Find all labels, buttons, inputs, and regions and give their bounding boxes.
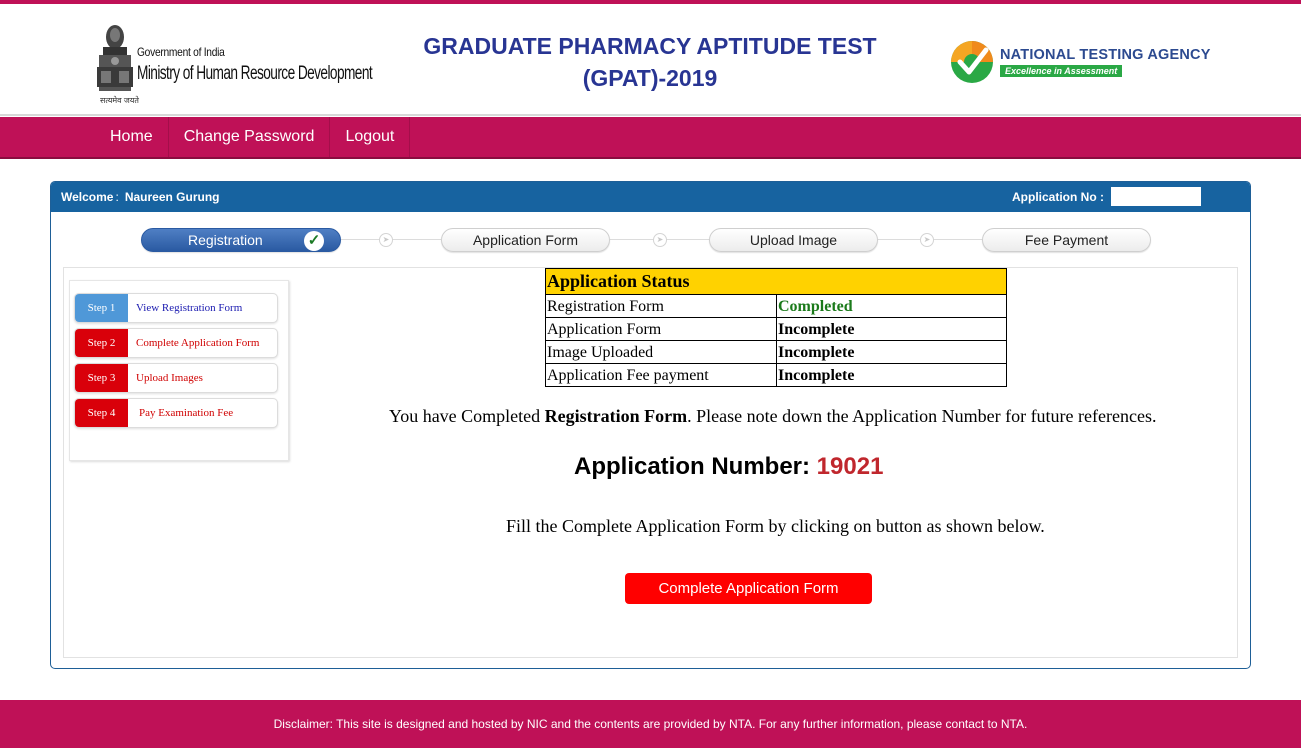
status-table-header-row: Application Status	[545, 268, 1007, 295]
step-tag: Step 1	[75, 294, 128, 322]
fill-form-instruction: Fill the Complete Application Form by cl…	[506, 516, 1045, 536]
status-label: Application Form	[545, 317, 777, 341]
welcome-text: Welcome: Naureen Gurung	[61, 190, 220, 204]
motto-text: सत्यमेव जयते	[100, 96, 139, 105]
application-no-label-wrap: Application No :	[1012, 190, 1104, 204]
note-part-1: You have Completed	[389, 406, 545, 426]
sidebar-step-3[interactable]: Step 3 Upload Images	[74, 363, 278, 393]
footer-disclaimer: Disclaimer: This site is designed and ho…	[273, 717, 1028, 731]
sidebar-step-2[interactable]: Step 2 Complete Application Form	[74, 328, 278, 358]
note-part-3: . Please note down the Application Numbe…	[687, 406, 1157, 426]
status-label: Registration Form	[545, 294, 777, 318]
status-value: Incomplete	[776, 363, 1007, 387]
user-name: Naureen Gurung	[124, 190, 220, 204]
complete-application-form-button[interactable]: Complete Application Form	[625, 573, 872, 604]
status-value: Incomplete	[776, 340, 1007, 364]
step-link-complete-application-form[interactable]: Complete Application Form	[136, 329, 259, 357]
site-header: Government of India Ministry of Human Re…	[0, 4, 1301, 116]
step-tag: Step 2	[75, 329, 128, 357]
application-no-label: Application No	[1012, 190, 1097, 204]
mhrd-logo: Government of India Ministry of Human Re…	[95, 21, 373, 109]
progress-step-application-form: Application Form	[441, 228, 610, 252]
government-of-india-text: Government of India	[137, 45, 225, 59]
application-panel: Welcome: Naureen Gurung Application No : …	[50, 181, 1251, 669]
site-footer: Disclaimer: This site is designed and ho…	[0, 700, 1301, 748]
application-status-table: Application Status Registration Form Com…	[545, 268, 1007, 387]
nta-tagline-text: Excellence in Assessment	[1000, 65, 1123, 77]
nta-name-text: NATIONAL TESTING AGENCY	[1000, 47, 1211, 63]
application-number-label: Application Number:	[574, 453, 817, 480]
step-sidebar: Step 1 View Registration Form Step 2 Com…	[69, 280, 289, 461]
registration-complete-note: You have Completed Registration Form. Pl…	[389, 406, 1159, 427]
page-title-line-2: (GPAT)-2019	[582, 65, 718, 91]
main-navbar: Home Change Password Logout	[0, 117, 1301, 159]
progress-step-upload-image: Upload Image	[709, 228, 878, 252]
progress-steps: ➤ ➤ ➤ Registration ✓ Application Form Up…	[141, 228, 1151, 252]
content-area: Step 1 View Registration Form Step 2 Com…	[63, 267, 1238, 658]
sidebar-step-4[interactable]: Step 4 Pay Examination Fee	[74, 398, 278, 428]
nta-checkmark-icon	[951, 41, 993, 83]
panel-header: Welcome: Naureen Gurung Application No :	[51, 182, 1250, 212]
step-tag: Step 4	[75, 399, 128, 427]
nav-change-password[interactable]: Change Password	[169, 117, 331, 157]
application-number-display: Application Number: 19021	[574, 453, 883, 481]
application-number-value: 19021	[816, 453, 884, 480]
table-row: Registration Form Completed	[545, 294, 1007, 318]
progress-arrow-icon: ➤	[379, 233, 393, 247]
ministry-name-text: Ministry of Human Resource Development	[137, 63, 373, 84]
progress-step-fee-payment: Fee Payment	[982, 228, 1151, 252]
progress-step-label: Fee Payment	[1024, 232, 1109, 248]
progress-arrow-icon: ➤	[653, 233, 667, 247]
table-row: Application Fee payment Incomplete	[545, 363, 1007, 387]
progress-step-label: Registration	[188, 232, 263, 248]
status-table-heading: Application Status	[545, 268, 1007, 295]
status-label: Application Fee payment	[545, 363, 777, 387]
nav-logout[interactable]: Logout	[330, 117, 411, 157]
step-link-upload-images[interactable]: Upload Images	[136, 364, 203, 392]
step-tag: Step 3	[75, 364, 128, 392]
progress-step-label: Application Form	[472, 232, 579, 248]
sidebar-step-1[interactable]: Step 1 View Registration Form	[74, 293, 278, 323]
page-title-line-1: GRADUATE PHARMACY APTITUDE TEST	[423, 33, 877, 59]
status-label: Image Uploaded	[545, 340, 777, 364]
table-row: Application Form Incomplete	[545, 317, 1007, 341]
note-emphasis: Registration Form	[544, 406, 688, 426]
page-title: GRADUATE PHARMACY APTITUDE TEST (GPAT)-2…	[400, 30, 900, 94]
step-link-view-registration-form[interactable]: View Registration Form	[136, 294, 242, 322]
application-no-value-redacted	[1111, 187, 1201, 206]
application-no-colon: :	[1100, 190, 1105, 204]
step-link-pay-examination-fee[interactable]: Pay Examination Fee	[139, 399, 233, 427]
status-value: Incomplete	[776, 317, 1007, 341]
welcome-label: Welcome	[61, 190, 114, 204]
status-value: Completed	[776, 294, 1007, 318]
checkmark-icon: ✓	[304, 231, 324, 251]
progress-arrow-icon: ➤	[920, 233, 934, 247]
nta-logo: NATIONAL TESTING AGENCY Excellence in As…	[950, 40, 1210, 88]
progress-step-registration: Registration ✓	[141, 228, 341, 252]
table-row: Image Uploaded Incomplete	[545, 340, 1007, 364]
progress-step-label: Upload Image	[749, 232, 838, 248]
nav-home[interactable]: Home	[95, 117, 169, 157]
welcome-colon: :	[115, 190, 119, 204]
